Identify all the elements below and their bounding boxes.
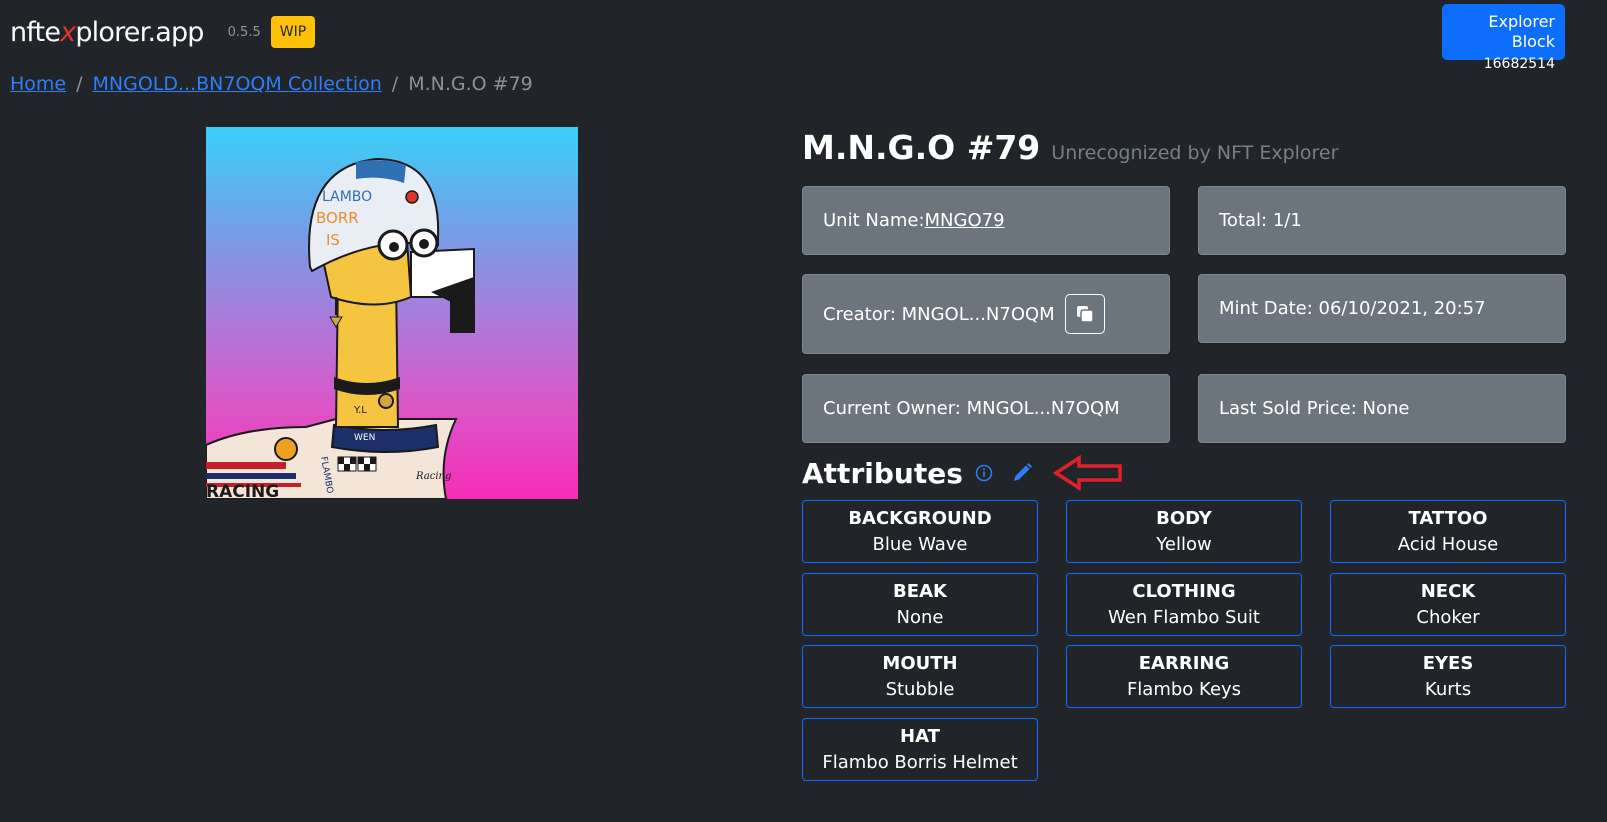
attribute-key: TATTOO xyxy=(1408,508,1488,529)
unit-name-card: Unit Name: MNGO79 xyxy=(802,186,1170,255)
attribute-card[interactable]: TATTOO Acid House xyxy=(1330,500,1566,563)
info-icon[interactable] xyxy=(975,464,993,482)
attribute-value: Flambo Keys xyxy=(1126,679,1242,700)
attribute-value: Acid House xyxy=(1397,534,1499,555)
brand-suffix: plorer.app xyxy=(75,16,204,48)
explorer-block-number: 16682514 xyxy=(1483,56,1555,72)
breadcrumb-collection[interactable]: MNGOLD...BN7OQM Collection xyxy=(93,73,382,95)
breadcrumb-home[interactable]: Home xyxy=(10,73,66,95)
unit-name-link[interactable]: MNGO79 xyxy=(925,210,1005,231)
artwork-helmet-line1: LAMBO xyxy=(322,189,372,205)
attribute-value: Flambo Borris Helmet xyxy=(822,752,1018,773)
attribute-card[interactable]: BODY Yellow xyxy=(1066,500,1302,563)
attribute-card[interactable]: MOUTH Stubble xyxy=(802,645,1038,708)
attribute-card[interactable]: CLOTHING Wen Flambo Suit xyxy=(1066,573,1302,636)
brand-prefix: nfte xyxy=(10,16,61,48)
attribute-key: BACKGROUND xyxy=(848,508,992,529)
copy-icon xyxy=(1076,306,1094,323)
attribute-key: BEAK xyxy=(893,581,947,602)
attribute-key: NECK xyxy=(1420,581,1476,602)
creator-card: Creator: MNGOL...N7OQM xyxy=(802,274,1170,354)
breadcrumb-current: M.N.G.O #79 xyxy=(408,73,533,95)
artwork-helmet-line2: BORR xyxy=(316,209,359,227)
attribute-card[interactable]: BACKGROUND Blue Wave xyxy=(802,500,1038,563)
attribute-card[interactable]: BEAK None xyxy=(802,573,1038,636)
artwork-neck-text: Y.L xyxy=(353,405,367,416)
asset-title: M.N.G.O #79 xyxy=(802,128,1041,167)
attribute-key: HAT xyxy=(900,726,940,747)
attributes-heading: Attributes xyxy=(802,456,963,490)
attribute-value: Kurts xyxy=(1424,679,1472,700)
attribute-key: EARRING xyxy=(1138,653,1230,674)
brand-logo[interactable]: nftexplorer.app xyxy=(10,17,204,48)
explorer-block-button[interactable]: Explorer Block 16682514 xyxy=(1442,4,1565,72)
attribute-value: Wen Flambo Suit xyxy=(1108,607,1260,628)
current-owner-card: Current Owner: MNGOL...N7OQM xyxy=(802,374,1170,443)
mint-date-card: Mint Date: 06/10/2021, 20:57 xyxy=(1198,274,1566,343)
artwork-bottom-text: RACING xyxy=(206,482,279,499)
nft-image: RACING WEN Racing FLAMBO Y.L LAMBO BORR … xyxy=(206,127,578,499)
explorer-block-label: Explorer Block xyxy=(1488,12,1555,51)
asset-recognition-status: Unrecognized by NFT Explorer xyxy=(1051,142,1339,164)
attribute-value: Choker xyxy=(1416,607,1480,628)
last-sold-price-card: Last Sold Price: None xyxy=(1198,374,1566,443)
breadcrumb: Home / MNGOLD...BN7OQM Collection / M.N.… xyxy=(10,73,533,95)
mint-date-value: Mint Date: 06/10/2021, 20:57 xyxy=(1219,298,1486,319)
attribute-card[interactable]: EARRING Flambo Keys xyxy=(1066,645,1302,708)
artwork-helmet-line3: IS xyxy=(326,231,340,249)
attribute-key: BODY xyxy=(1156,508,1212,529)
attribute-value: None xyxy=(896,607,944,628)
attribute-card[interactable]: NECK Choker xyxy=(1330,573,1566,636)
current-owner-value: Current Owner: MNGOL...N7OQM xyxy=(823,398,1120,419)
app-version: 0.5.5 xyxy=(227,24,261,40)
nft-artwork: RACING WEN Racing FLAMBO Y.L LAMBO BORR … xyxy=(206,157,475,499)
attribute-card[interactable]: EYES Kurts xyxy=(1330,645,1566,708)
breadcrumb-separator: / xyxy=(391,73,399,95)
wip-badge: WIP xyxy=(270,16,316,48)
attribute-key: CLOTHING xyxy=(1132,581,1236,602)
creator-value: Creator: MNGOL...N7OQM xyxy=(823,303,1055,325)
artwork-collar-text: WEN xyxy=(354,433,375,443)
breadcrumb-separator: / xyxy=(76,73,83,95)
arrow-left-icon xyxy=(1052,455,1122,491)
attribute-value: Stubble xyxy=(885,679,955,700)
unit-name-label: Unit Name: xyxy=(823,210,925,231)
attribute-key: MOUTH xyxy=(882,653,958,674)
navbar: nftexplorer.app 0.5.5 WIP xyxy=(10,14,316,50)
attribute-key: EYES xyxy=(1422,653,1474,674)
last-sold-price-value: Last Sold Price: None xyxy=(1219,398,1410,419)
attribute-value: Yellow xyxy=(1156,534,1212,555)
attributes-heading-row: Attributes xyxy=(802,455,1125,491)
total-value: Total: 1/1 xyxy=(1219,210,1302,231)
attribute-card[interactable]: HAT Flambo Borris Helmet xyxy=(802,718,1038,781)
brand-x: x xyxy=(60,16,76,48)
artwork-suit-text: Racing xyxy=(415,471,451,482)
copy-creator-button[interactable] xyxy=(1064,294,1105,334)
pencil-icon[interactable] xyxy=(1011,462,1033,484)
asset-title-row: M.N.G.O #79 Unrecognized by NFT Explorer xyxy=(802,128,1338,167)
total-card: Total: 1/1 xyxy=(1198,186,1566,255)
attribute-value: Blue Wave xyxy=(872,534,968,555)
